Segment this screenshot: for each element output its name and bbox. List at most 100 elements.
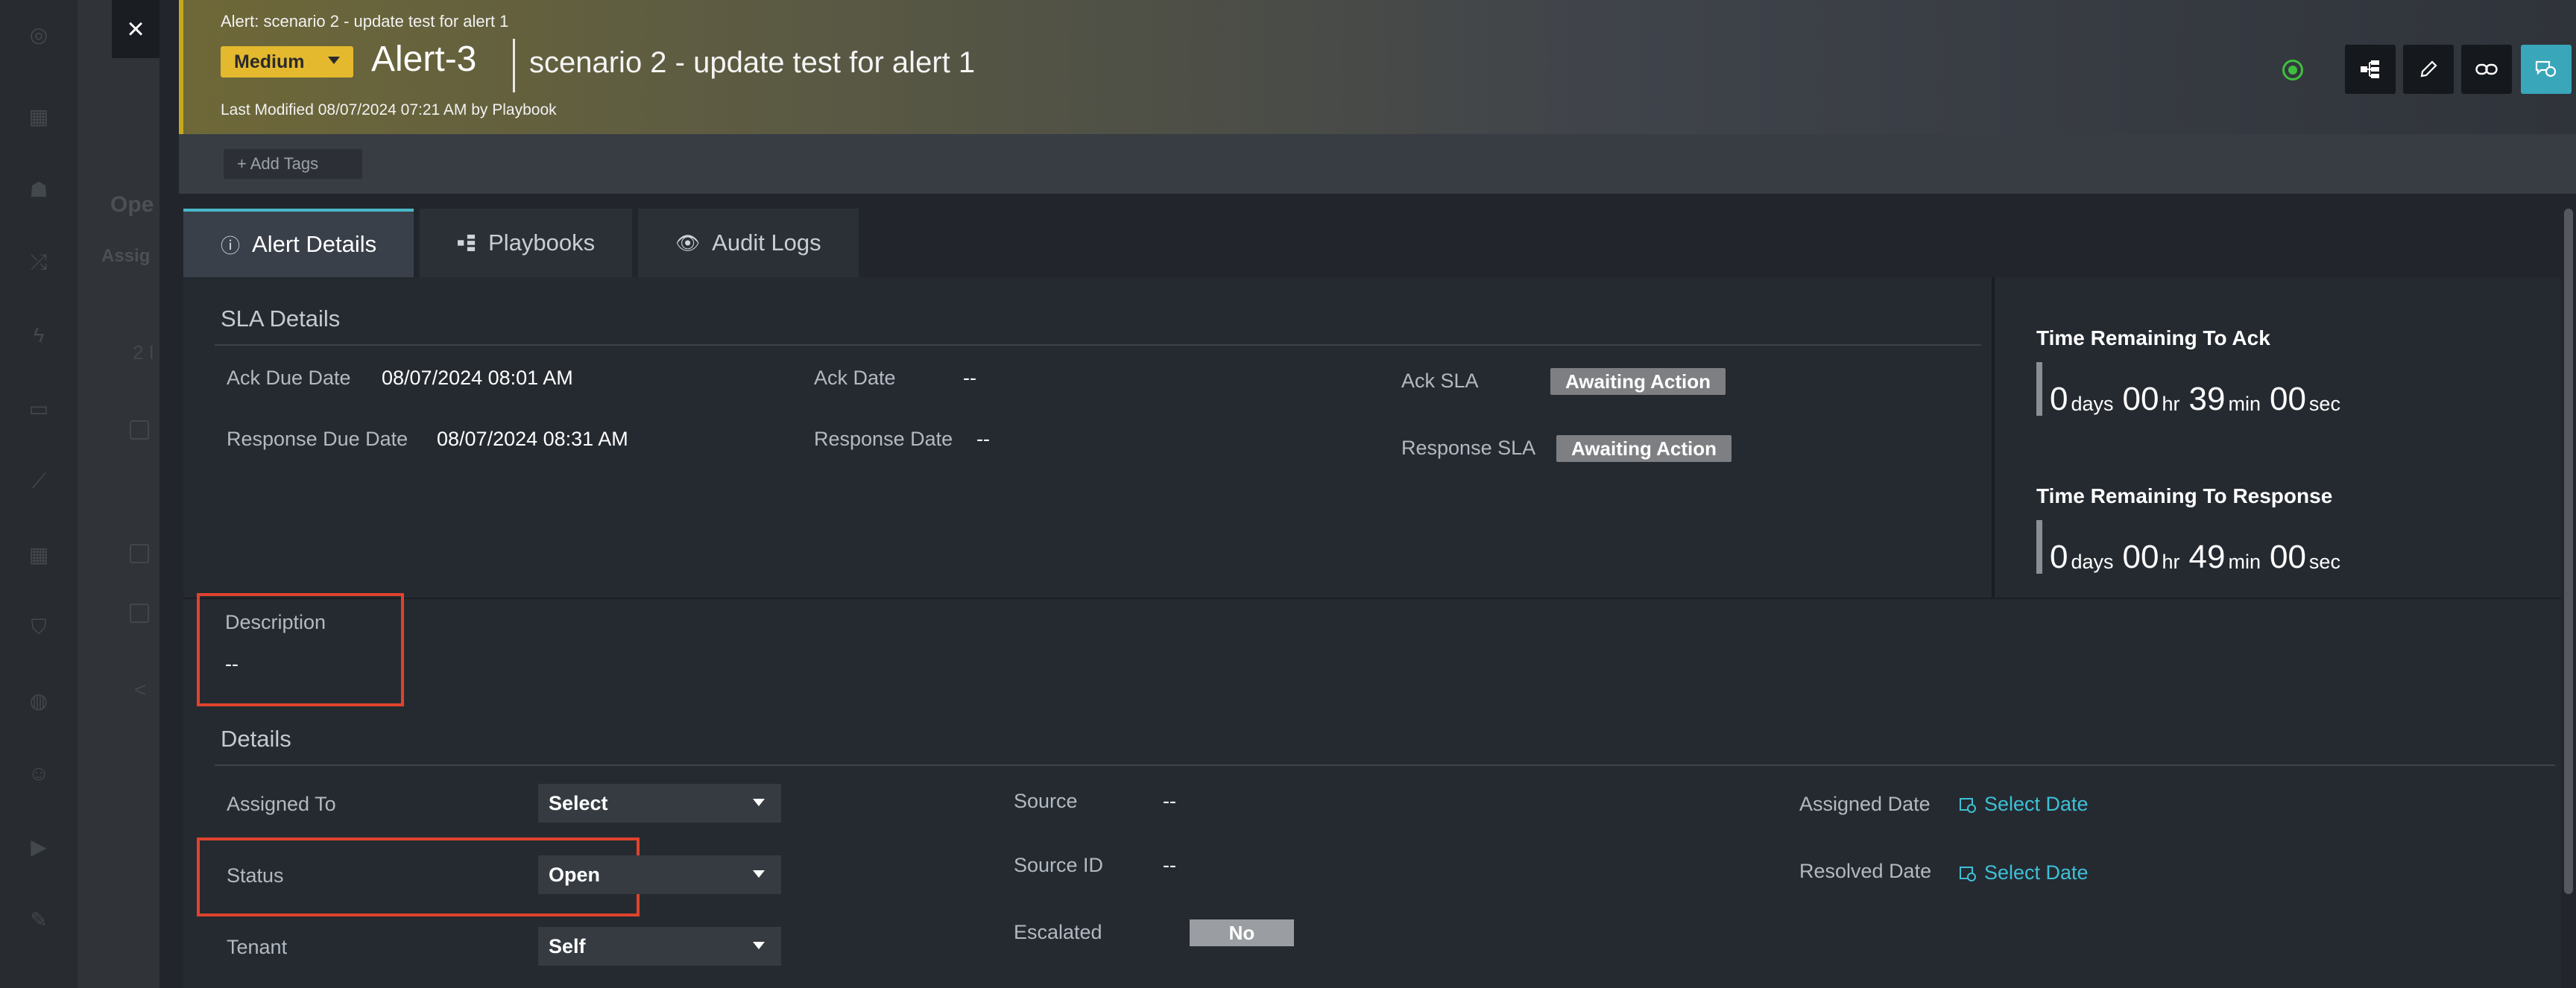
alert-drawer: Alert: scenario 2 - update test for aler… <box>160 0 2576 988</box>
ack-countdown: 0 days 00 hr 39 min 00 sec <box>2036 362 2349 416</box>
tab-bar: ⓘ Alert Details Playbooks 👁 Audit Logs <box>183 209 865 277</box>
description-highlight <box>197 593 404 706</box>
assigned-to-label: Assigned To <box>227 793 336 815</box>
last-modified: Last Modified 08/07/2024 07:21 AM by Pla… <box>221 101 557 118</box>
select-value: Select <box>549 791 608 814</box>
chat-icon <box>2535 60 2557 77</box>
seconds-unit: sec <box>2308 551 2340 573</box>
tenant-select[interactable]: Self <box>538 927 781 966</box>
caret-down-icon <box>753 870 765 878</box>
ack-sla-badge: Awaiting Action <box>1550 368 1726 395</box>
select-value: Self <box>549 934 586 957</box>
divider <box>1992 277 1995 598</box>
response-due-date-value: 08/07/2024 08:31 AM <box>437 428 628 450</box>
divider <box>183 598 2561 599</box>
select-date-label: Select Date <box>1984 793 2089 815</box>
tab-label: Alert Details <box>252 231 377 257</box>
calendar-icon <box>1960 797 1976 813</box>
minutes-unit: min <box>2228 551 2261 573</box>
alert-subtitle: Alert: scenario 2 - update test for aler… <box>221 12 509 31</box>
assigned-to-select[interactable]: Select <box>538 784 781 823</box>
close-drawer-button[interactable]: × <box>112 0 160 58</box>
select-value: Open <box>549 863 601 886</box>
ack-timer-title: Time Remaining To Ack <box>2036 326 2270 349</box>
response-date-label: Response Date <box>814 428 953 450</box>
close-icon: × <box>127 12 145 45</box>
hours-value: 00 <box>2122 381 2159 417</box>
assigned-date-label: Assigned Date <box>1799 793 1931 815</box>
resolved-date-label: Resolved Date <box>1799 860 1932 882</box>
hours-value: 00 <box>2122 539 2159 575</box>
seconds-value: 00 <box>2269 381 2306 417</box>
escalated-toggle[interactable]: No <box>1190 919 1294 946</box>
hours-unit: hr <box>2162 551 2180 573</box>
playbook-icon <box>458 234 476 252</box>
minutes-value: 39 <box>2188 381 2226 417</box>
status-label: Status <box>227 864 284 887</box>
playbook-button[interactable] <box>2345 45 2396 94</box>
edit-button[interactable] <box>2403 45 2454 94</box>
link-button[interactable] <box>2461 45 2512 94</box>
source-id-value[interactable]: -- <box>1163 854 1176 877</box>
divider <box>215 344 1981 346</box>
section-title: SLA Details <box>221 305 341 332</box>
response-due-date-label: Response Due Date <box>227 428 408 450</box>
days-unit: days <box>2071 393 2114 415</box>
assigned-date-picker[interactable]: Select Date <box>1959 793 2089 816</box>
eye-icon: 👁 <box>675 231 701 254</box>
tab-alert-details[interactable]: ⓘ Alert Details <box>183 209 414 277</box>
caret-down-icon <box>753 942 765 949</box>
tab-audit-logs[interactable]: 👁 Audit Logs <box>638 209 859 277</box>
description-label: Description <box>225 611 326 633</box>
caret-down-icon <box>328 57 340 64</box>
status-select[interactable]: Open <box>538 855 781 894</box>
tab-playbooks[interactable]: Playbooks <box>420 209 633 277</box>
response-timer-title: Time Remaining To Response <box>2036 484 2333 507</box>
pencil-icon <box>2420 60 2437 77</box>
alert-header: Alert: scenario 2 - update test for aler… <box>179 0 2576 134</box>
sla-details-section: SLA Details Ack Due Date 08/07/2024 08:0… <box>183 277 1981 598</box>
hours-unit: hr <box>2162 393 2180 415</box>
days-value: 0 <box>2050 381 2068 417</box>
select-date-label: Select Date <box>1984 861 2089 884</box>
ack-due-date-value: 08/07/2024 08:01 AM <box>382 367 573 389</box>
add-tags-button[interactable]: + Add Tags <box>224 149 362 179</box>
severity-label: Medium <box>234 51 305 72</box>
seconds-unit: sec <box>2308 393 2340 415</box>
response-sla-badge: Awaiting Action <box>1556 435 1731 462</box>
response-date-value: -- <box>976 428 990 450</box>
description-value[interactable]: -- <box>225 653 239 676</box>
escalated-label: Escalated <box>1014 921 1102 943</box>
tenant-label: Tenant <box>227 936 288 958</box>
resolved-date-picker[interactable]: Select Date <box>1959 861 2089 884</box>
ack-date-label: Ack Date <box>814 367 896 389</box>
minutes-value: 49 <box>2188 539 2226 575</box>
days-unit: days <box>2071 551 2114 573</box>
source-value[interactable]: -- <box>1163 790 1176 813</box>
divider <box>215 764 2555 766</box>
tab-label: Audit Logs <box>712 229 821 256</box>
source-label: Source <box>1014 790 1078 812</box>
tab-label: Playbooks <box>488 229 596 256</box>
alert-details-panel: SLA Details Ack Due Date 08/07/2024 08:0… <box>183 277 2561 988</box>
link-icon <box>2475 63 2498 75</box>
alert-circle-icon: ⓘ <box>221 234 241 257</box>
minutes-unit: min <box>2228 393 2261 415</box>
response-countdown: 0 days 00 hr 49 min 00 sec <box>2036 520 2349 574</box>
source-id-label: Source ID <box>1014 854 1104 876</box>
alert-id: Alert-3 <box>371 39 477 79</box>
collaboration-button[interactable] <box>2521 45 2572 94</box>
section-title: Details <box>221 726 291 752</box>
calendar-icon <box>1960 866 1976 881</box>
response-sla-label: Response SLA <box>1401 437 1536 459</box>
alert-name: scenario 2 - update test for alert 1 <box>529 46 976 79</box>
seconds-value: 00 <box>2269 539 2306 575</box>
ack-due-date-label: Ack Due Date <box>227 367 351 389</box>
ack-sla-label: Ack SLA <box>1401 370 1479 392</box>
scrollbar[interactable] <box>2564 209 2573 894</box>
ack-date-value: -- <box>963 367 976 389</box>
severity-dropdown[interactable]: Medium <box>221 46 353 77</box>
caret-down-icon <box>753 799 765 806</box>
days-value: 0 <box>2050 539 2068 575</box>
title-divider <box>513 39 515 92</box>
